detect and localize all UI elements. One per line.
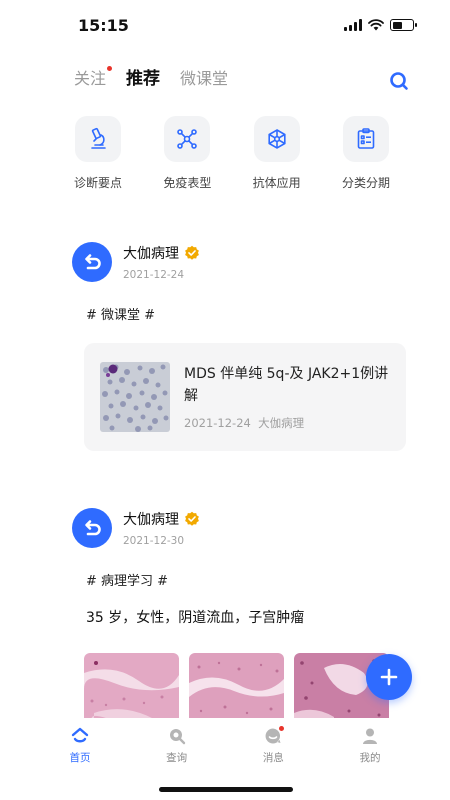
category-icon-box	[164, 116, 211, 162]
status-bar: 15:15	[0, 0, 450, 52]
cellular-signal-icon	[344, 19, 362, 31]
molecule-icon	[177, 129, 198, 149]
course-title: MDS 伴单纯 5q-及 JAK2+1例讲解	[184, 366, 389, 404]
antibody-hexagon-icon	[268, 129, 286, 149]
post-date: 2021-12-30	[123, 535, 185, 547]
course-card[interactable]: MDS 伴单纯 5q-及 JAK2+1例讲解 2021-12-24 大伽病理	[84, 343, 406, 451]
return-arrow-logo-icon	[85, 254, 101, 270]
user-icon	[362, 728, 377, 744]
search-icon	[169, 729, 185, 745]
category-antibody-application[interactable]: 抗体应用	[245, 116, 309, 191]
plus-icon	[380, 668, 398, 686]
clipboard-list-icon	[357, 128, 375, 149]
nav-profile[interactable]: 我的	[340, 718, 400, 800]
home-icon	[71, 727, 89, 743]
post-author: 大伽病理 2021-12-24	[72, 242, 408, 282]
category-icon-box	[342, 116, 389, 162]
microscope-icon	[91, 127, 106, 149]
course-thumbnail	[100, 362, 170, 432]
feed-post: 大伽病理 2021-12-24 # 微课堂 # MDS 伴单纯 5q-及 JAK…	[72, 242, 408, 451]
avatar[interactable]	[72, 508, 112, 548]
status-icons	[344, 19, 417, 31]
category-icon-box	[253, 116, 300, 162]
battery-icon	[390, 19, 417, 31]
create-post-button[interactable]	[366, 654, 412, 700]
tab-micro-class[interactable]: 微课堂	[180, 65, 228, 89]
bottom-navigation: 首页 查询 消息 我的	[0, 718, 450, 800]
category-diagnosis-points[interactable]: 诊断要点	[66, 116, 130, 191]
post-date: 2021-12-24	[123, 269, 185, 281]
post-author: 大伽病理 2021-12-30	[72, 508, 408, 548]
notification-dot	[279, 726, 285, 731]
author-name[interactable]: 大伽病理	[123, 509, 179, 529]
category-classification-staging[interactable]: 分类分期	[334, 116, 398, 191]
category-immunophenotype[interactable]: 免疫表型	[155, 116, 219, 191]
author-name[interactable]: 大伽病理	[123, 243, 179, 263]
status-time: 15:15	[78, 16, 129, 35]
tab-recommended[interactable]: 推荐	[126, 64, 160, 89]
notification-dot	[107, 65, 113, 71]
nav-home[interactable]: 首页	[50, 718, 110, 800]
wifi-icon	[368, 19, 384, 31]
search-icon	[390, 72, 408, 90]
category-shortcuts: 诊断要点 免疫表型 抗体应用 分类分期	[66, 116, 398, 191]
feed-post: 大伽病理 2021-12-30 # 病理学习 # 35 岁，女性，阴道流血，子宫…	[72, 508, 408, 748]
feed-tabs: 关注 推荐 微课堂	[74, 64, 228, 89]
verified-badge-icon	[185, 245, 199, 260]
post-text[interactable]: 35 岁，女性，阴道流血，子宫肿瘤	[86, 607, 408, 627]
tab-following[interactable]: 关注	[74, 65, 113, 89]
avatar[interactable]	[72, 242, 112, 282]
post-topic[interactable]: # 病理学习 #	[86, 570, 408, 589]
home-indicator	[159, 787, 293, 792]
return-arrow-logo-icon	[85, 520, 101, 536]
search-button[interactable]	[388, 70, 410, 92]
verified-badge-icon	[185, 511, 199, 526]
category-icon-box	[75, 116, 121, 162]
course-meta: 2021-12-24 大伽病理	[184, 416, 305, 430]
post-topic[interactable]: # 微课堂 #	[86, 304, 408, 323]
